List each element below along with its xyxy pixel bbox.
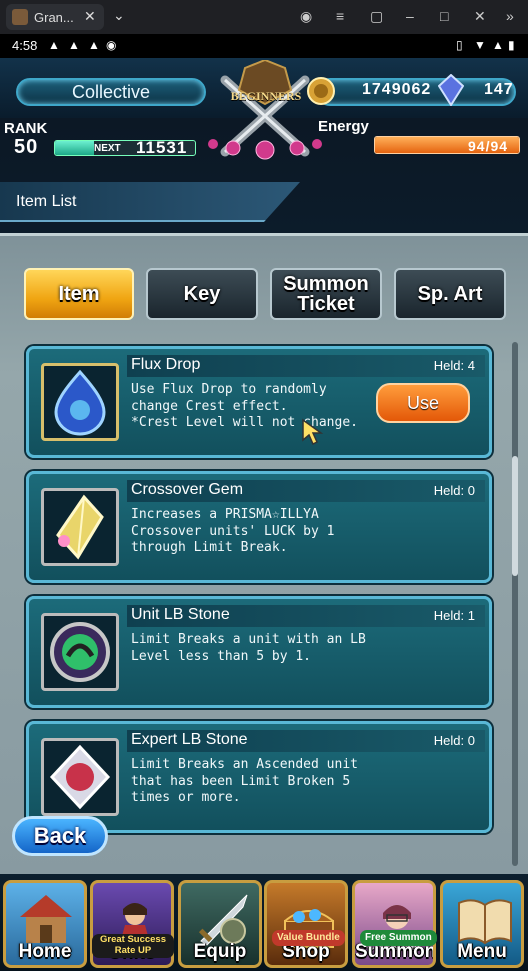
- item-held-count: Held: 0: [433, 733, 475, 748]
- item-card-unit-lb-stone: Unit LB Stone Held: 1 Limit Breaks a uni…: [26, 596, 492, 708]
- crossover-gem-icon: [41, 488, 119, 566]
- gem-icon: [438, 74, 464, 106]
- coin-icon: [307, 77, 335, 105]
- energy-label: Energy: [318, 118, 369, 135]
- item-description: Limit Breaks an Ascended unit that has b…: [131, 757, 358, 805]
- item-description: Limit Breaks a unit with an LB Level les…: [131, 632, 366, 664]
- battery-icon: ▮: [508, 38, 515, 52]
- item-name: Flux Drop: [131, 356, 201, 373]
- value-bundle-badge: Value Bundle: [272, 930, 345, 946]
- rank-value: 50: [14, 136, 39, 158]
- item-held-count: Held: 4: [433, 358, 475, 373]
- tab-key[interactable]: Key: [146, 268, 258, 320]
- back-button[interactable]: Back: [12, 816, 108, 856]
- house-icon: [20, 895, 72, 943]
- close-window-icon[interactable]: ✕: [474, 8, 486, 25]
- item-held-count: Held: 1: [433, 608, 475, 623]
- nav-label: Equip: [193, 941, 247, 962]
- nav-shop[interactable]: Shop: [264, 880, 348, 968]
- coin-count: 1749062: [362, 81, 432, 98]
- status-bar: 4:58 ▲ ▲ ▲ ◉ ▯ ▼ ▲ ▮: [0, 34, 528, 58]
- next-exp-value: 11531: [136, 138, 188, 157]
- item-name: Unit LB Stone: [131, 606, 230, 623]
- item-card-expert-lb-stone: Expert LB Stone Held: 0 Limit Breaks an …: [26, 721, 492, 833]
- flux-drop-icon: [41, 363, 119, 441]
- gem-count: 147: [484, 81, 514, 98]
- item-card-crossover-gem: Crossover Gem Held: 0 Increases a PRISMA…: [26, 471, 492, 583]
- item-name: Expert LB Stone: [131, 731, 248, 748]
- snap-icon[interactable]: ▢: [370, 8, 383, 25]
- nav-menu[interactable]: Menu: [440, 880, 524, 968]
- expert-lb-stone-icon: [41, 738, 119, 816]
- app-favicon-icon: [12, 9, 28, 25]
- item-held-count: Held: 0: [433, 483, 475, 498]
- item-description: Increases a PRISMA☆ILLYA Crossover units…: [131, 507, 335, 555]
- exp-bar-fill: [55, 141, 95, 155]
- item-list[interactable]: Flux Drop Held: 4 Use Flux Drop to rando…: [0, 338, 528, 871]
- energy-value: 94/94: [468, 138, 509, 154]
- crest-label: BEGINNERS: [230, 89, 302, 103]
- browser-window-bar: Gran... ✕ ⌄ ◉ ≡ ▢ – □ ✕ »: [0, 0, 528, 34]
- tab-title: Gran...: [34, 10, 74, 25]
- notification-icon: ◉: [106, 38, 117, 52]
- nav-equip[interactable]: Equip: [178, 880, 262, 968]
- book-icon: [458, 899, 512, 945]
- unit-lb-stone-icon: [41, 613, 119, 691]
- nav-summon[interactable]: Crossover Summon: [352, 880, 436, 968]
- rank-label: RANK: [4, 120, 48, 137]
- chevron-down-icon[interactable]: ⌄: [113, 7, 125, 24]
- menu-icon[interactable]: ≡: [336, 8, 344, 24]
- pointer-cursor-icon: [302, 418, 324, 446]
- warning-icon: ▲: [88, 38, 100, 52]
- scrollbar[interactable]: [512, 342, 518, 866]
- scrollbar-thumb[interactable]: [512, 456, 518, 576]
- nav-label: Menu: [457, 941, 507, 962]
- nav-label: Home: [18, 941, 72, 962]
- wifi-icon: ▼: [474, 38, 486, 52]
- page-title: Item List: [16, 193, 77, 210]
- vibrate-icon: ▯: [456, 38, 463, 52]
- tab-sp-art[interactable]: Sp. Art: [394, 268, 506, 320]
- tab-item[interactable]: Item: [24, 268, 134, 320]
- mode-label: Collective: [16, 78, 206, 106]
- account-icon[interactable]: ◉: [300, 8, 312, 25]
- next-label: NEXT: [94, 143, 121, 154]
- use-button[interactable]: Use: [376, 383, 470, 423]
- warning-icon: ▲: [48, 38, 60, 52]
- game-screen: Collective BEGINNERS 1749062 147 RANK 50…: [0, 58, 528, 971]
- status-time: 4:58: [12, 38, 38, 53]
- great-success-badge: Great Success Rate UP: [92, 934, 174, 958]
- signal-icon: ▲: [492, 38, 504, 52]
- warning-icon: ▲: [68, 38, 80, 52]
- more-icon[interactable]: »: [506, 8, 514, 24]
- nav-home[interactable]: Home: [3, 880, 87, 968]
- tab-summon-ticket[interactable]: Summon Ticket: [270, 268, 382, 320]
- item-name: Crossover Gem: [131, 481, 244, 498]
- close-tab-icon[interactable]: ✕: [84, 8, 96, 25]
- minimize-icon[interactable]: –: [406, 8, 414, 24]
- maximize-icon[interactable]: □: [440, 8, 448, 24]
- free-summon-badge: Free Summon: [360, 930, 437, 946]
- item-card-flux-drop: Flux Drop Held: 4 Use Flux Drop to rando…: [26, 346, 492, 458]
